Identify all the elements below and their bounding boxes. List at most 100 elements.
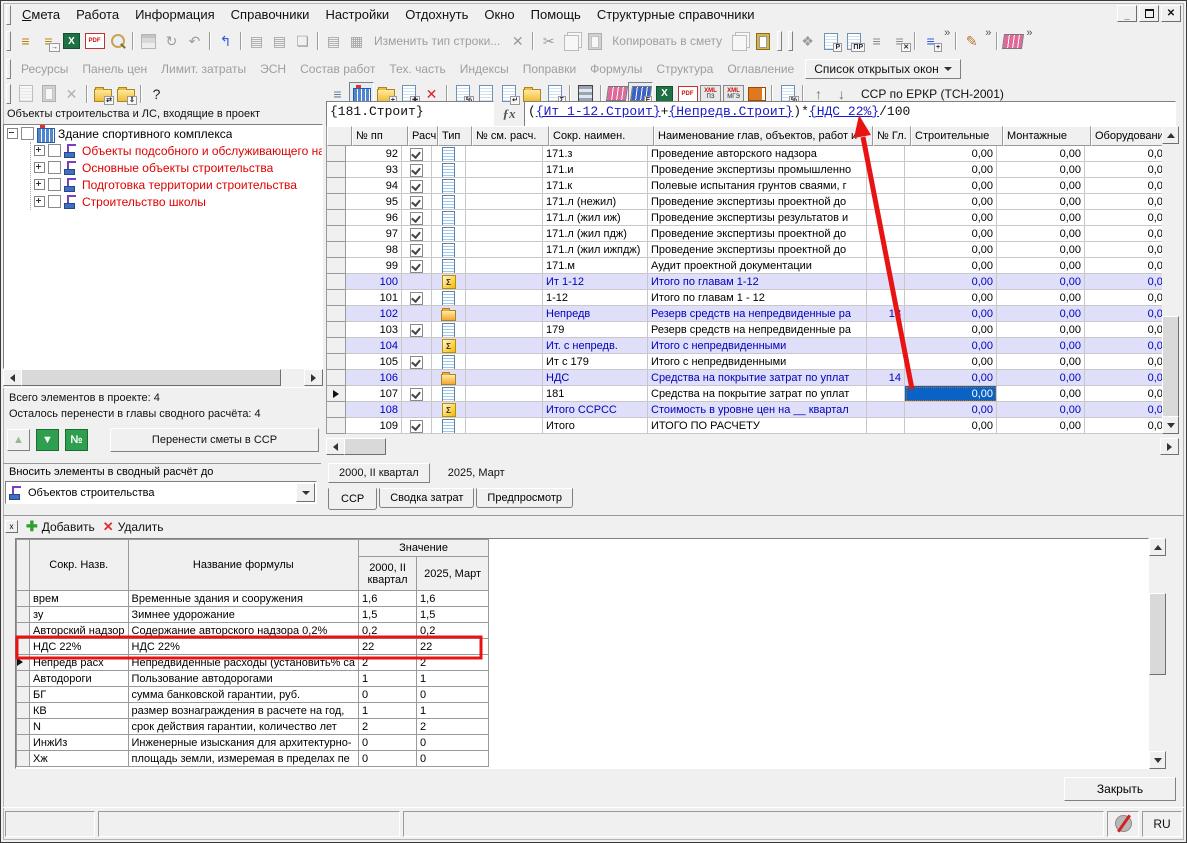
grid-cell[interactable]: Итого с непредвиденными [648, 354, 867, 370]
grid-cell[interactable]: 102 [346, 306, 402, 322]
grid-cell[interactable]: 171.л (жил ижпдж) [543, 242, 648, 258]
grid-cell[interactable]: 101 [346, 290, 402, 306]
panel-button-тех-часть[interactable]: Тех. часть [382, 60, 452, 78]
row-source-icon[interactable]: ▤ [245, 30, 268, 52]
estimate-tree-icon[interactable]: ≡ [14, 30, 37, 52]
grid-cell[interactable]: 0,00 [997, 354, 1085, 370]
grid-cell[interactable] [466, 338, 543, 354]
grid-cell[interactable]: Ит. с непредв. [543, 338, 648, 354]
collapse-icon[interactable] [7, 128, 18, 139]
formula-cell[interactable]: 1 [417, 703, 489, 719]
grid-cell[interactable] [466, 242, 543, 258]
undo-row-icon[interactable]: ↰ [214, 30, 237, 52]
grid-header-9[interactable]: Монтажные [1003, 126, 1091, 146]
grid-cell[interactable]: 99 [346, 258, 402, 274]
row-selector[interactable] [17, 591, 30, 607]
grid-header-3[interactable]: Тип [438, 126, 472, 146]
expand-icon[interactable] [34, 179, 45, 190]
grid-cell[interactable] [432, 322, 466, 338]
grid-cell[interactable] [867, 354, 905, 370]
grid-cell[interactable]: 0,00 [997, 146, 1085, 162]
grid-cell[interactable]: 0,00 [1085, 354, 1162, 370]
formula-cell[interactable]: 1 [417, 671, 489, 687]
copy-icon[interactable] [560, 30, 583, 52]
insert-target-dropdown[interactable]: Объектов строительства [5, 481, 317, 504]
grid-cell[interactable]: 0,00 [1085, 178, 1162, 194]
grid-cell[interactable] [466, 370, 543, 386]
cell-reference-field[interactable]: {181.Строит} [326, 101, 494, 127]
refresh-icon[interactable]: ↻ [160, 30, 183, 52]
tree-item[interactable]: Основные объекты строительства [31, 159, 322, 176]
grid-cell[interactable]: 171.л (жил иж) [543, 210, 648, 226]
copy-to-estimate-label[interactable]: Копировать в смету [606, 34, 728, 48]
grid-cell[interactable] [466, 258, 543, 274]
formula-cell[interactable]: Инженерные изыскания для архитектурно- [128, 735, 359, 751]
grid-cell[interactable] [466, 386, 543, 402]
grid-cell[interactable] [402, 338, 432, 354]
grid-cell[interactable] [867, 274, 905, 290]
transfer-to-ssr-button[interactable]: Перенести сметы в ССР [110, 428, 319, 452]
formula-cell[interactable]: 1 [359, 703, 417, 719]
grid-cell[interactable]: 171.и [543, 162, 648, 178]
grid-cell[interactable] [402, 210, 432, 226]
toolbar-overflow-icon[interactable]: » [1024, 27, 1034, 39]
grid-header-7[interactable]: № Гл. [873, 126, 911, 146]
formula-cell[interactable]: Пользование автодорогами [128, 671, 359, 687]
grid-cell[interactable]: 171.з [543, 146, 648, 162]
row-checkbox[interactable] [410, 324, 423, 337]
formula-cell[interactable]: Автодороги [30, 671, 129, 687]
grid-cell[interactable] [402, 290, 432, 306]
grid-cell[interactable]: 171.л (нежил) [543, 194, 648, 210]
formula-cell[interactable]: 2 [417, 719, 489, 735]
grid-cell[interactable]: 0,00 [997, 370, 1085, 386]
row-selector[interactable] [17, 687, 30, 703]
grid-cell[interactable] [867, 242, 905, 258]
paste-icon[interactable] [583, 30, 606, 52]
grid-cell[interactable]: 1-12 [543, 290, 648, 306]
grid-cell[interactable] [402, 178, 432, 194]
estimate-tree-add-icon[interactable]: ≡→ [37, 30, 60, 52]
grid-cell[interactable]: ИТОГО ПО РАСЧЕТУ [648, 418, 867, 434]
grid-cell[interactable]: Проведение экспертизы результатов и [648, 210, 867, 226]
tree-item-root[interactable]: Здание спортивного комплекса [4, 125, 322, 142]
menu-работа[interactable]: Работа [68, 5, 127, 24]
grid-cell[interactable]: 0,00 [905, 402, 997, 418]
p-doc-icon[interactable]: P [819, 30, 842, 52]
tree-checkbox[interactable] [48, 195, 61, 208]
grid-cell[interactable]: Σ [432, 402, 466, 418]
period-tab-active[interactable]: 2000, II квартал [328, 463, 430, 483]
grid-cell[interactable]: 0,00 [905, 210, 997, 226]
grid-cell[interactable]: 97 [346, 226, 402, 242]
panel-button-панель-цен[interactable]: Панель цен [75, 60, 154, 78]
grid-cell[interactable] [432, 178, 466, 194]
grid-cell[interactable] [867, 194, 905, 210]
grid-cell[interactable] [466, 418, 543, 434]
grid-cell[interactable]: Ит с 179 [543, 354, 648, 370]
formula-cell[interactable]: Непредв расх [30, 655, 129, 671]
grid-cell[interactable]: 109 [346, 418, 402, 434]
grid-cell[interactable] [432, 242, 466, 258]
grid-cell[interactable] [432, 258, 466, 274]
grid-cell[interactable]: 105 [346, 354, 402, 370]
import-folder-icon[interactable]: ⇄ [91, 83, 114, 105]
move-up-button[interactable]: ▲ [7, 429, 30, 451]
menu-информация[interactable]: Информация [127, 5, 223, 24]
grid-cell[interactable]: 103 [346, 322, 402, 338]
grid-cell[interactable]: 0,00 [997, 306, 1085, 322]
menu-структурные справочники[interactable]: Структурные справочники [589, 5, 763, 24]
grid-cell[interactable]: 0,00 [905, 194, 997, 210]
formula-cell[interactable]: 1,6 [359, 591, 417, 607]
grid-cell[interactable] [867, 418, 905, 434]
row-checkbox[interactable] [410, 180, 423, 193]
grid-cell[interactable]: 0,00 [1085, 146, 1162, 162]
grid-cell[interactable] [327, 226, 346, 242]
formula-input[interactable]: ({Ит 1-12.Строит}+{Непредв.Строит})*{НДС… [524, 101, 1176, 127]
formula-cell[interactable]: N [30, 719, 129, 735]
grid-cell[interactable]: 0,00 [905, 386, 997, 402]
grid-cell[interactable]: 0,00 [905, 418, 997, 434]
row-checkbox[interactable] [410, 244, 423, 257]
restore-button[interactable] [1139, 5, 1159, 22]
view-tab-сводка-затрат[interactable]: Сводка затрат [379, 488, 474, 508]
formula-cell[interactable]: 22 [417, 639, 489, 655]
row-checkbox[interactable] [410, 388, 423, 401]
